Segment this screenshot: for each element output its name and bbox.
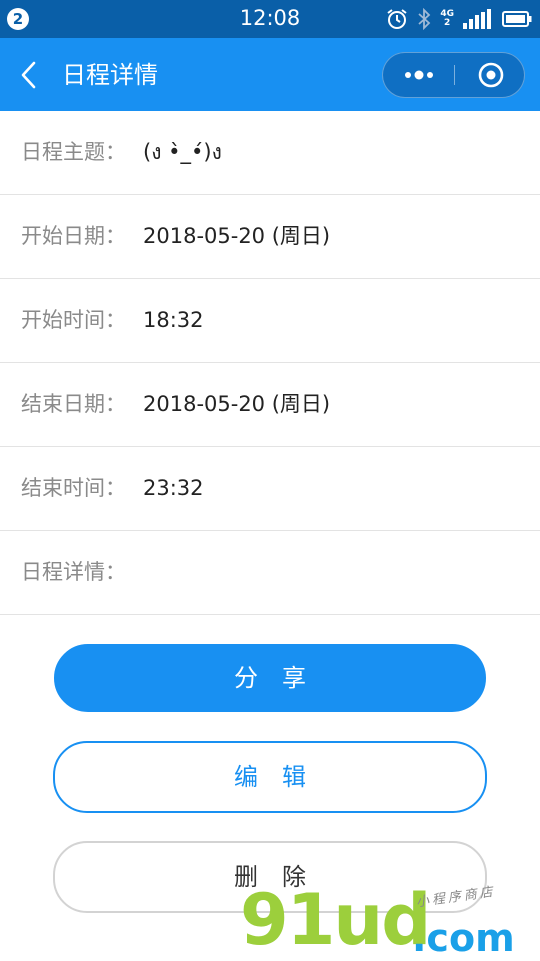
row-label: 日程主题：	[21, 140, 126, 164]
close-miniprogram-button[interactable]	[455, 53, 525, 97]
network-sim-label: 2	[444, 18, 451, 28]
row-schedule-details: 日程详情：	[0, 531, 540, 615]
row-label: 日程详情：	[21, 560, 126, 584]
bluetooth-icon	[417, 8, 431, 30]
target-icon	[478, 62, 504, 88]
battery-icon	[502, 10, 532, 28]
row-value: 2018-05-20 (周日)	[143, 392, 331, 416]
row-label: 结束日期：	[21, 392, 126, 416]
row-value: 18:32	[143, 308, 204, 332]
signal-icon	[463, 9, 493, 29]
row-value: 2018-05-20 (周日)	[143, 224, 331, 248]
edit-button[interactable]: 编辑	[53, 741, 487, 813]
row-end-time: 结束时间： 23:32	[0, 447, 540, 531]
row-label: 开始时间：	[21, 308, 126, 332]
row-schedule-subject: 日程主题： (ง •̀_•́)ง	[0, 111, 540, 195]
miniprogram-capsule	[382, 52, 525, 98]
back-button[interactable]	[16, 58, 46, 92]
alarm-icon	[386, 8, 408, 30]
more-button[interactable]	[383, 53, 454, 97]
status-bar: 2 12:08 4G 2	[0, 0, 540, 38]
page-title: 日程详情	[62, 61, 158, 89]
row-label: 开始日期：	[21, 224, 126, 248]
status-icons: 4G 2	[386, 7, 532, 31]
more-dots-icon	[405, 70, 433, 80]
row-start-time: 开始时间： 18:32	[0, 279, 540, 363]
watermark-suffix: .com	[412, 916, 515, 960]
row-end-date: 结束日期： 2018-05-20 (周日)	[0, 363, 540, 447]
schedule-detail-list: 日程主题： (ง •̀_•́)ง 开始日期： 2018-05-20 (周日) 开…	[0, 111, 540, 615]
delete-button[interactable]: 删除	[53, 841, 487, 913]
row-value: 23:32	[143, 476, 204, 500]
network-type: 4G 2	[440, 10, 454, 28]
row-value: (ง •̀_•́)ง	[143, 140, 222, 164]
share-button[interactable]: 分享	[54, 644, 486, 712]
row-label: 结束时间：	[21, 476, 126, 500]
navigation-bar: 日程详情	[0, 38, 540, 111]
row-start-date: 开始日期： 2018-05-20 (周日)	[0, 195, 540, 279]
chevron-left-icon	[21, 61, 36, 89]
